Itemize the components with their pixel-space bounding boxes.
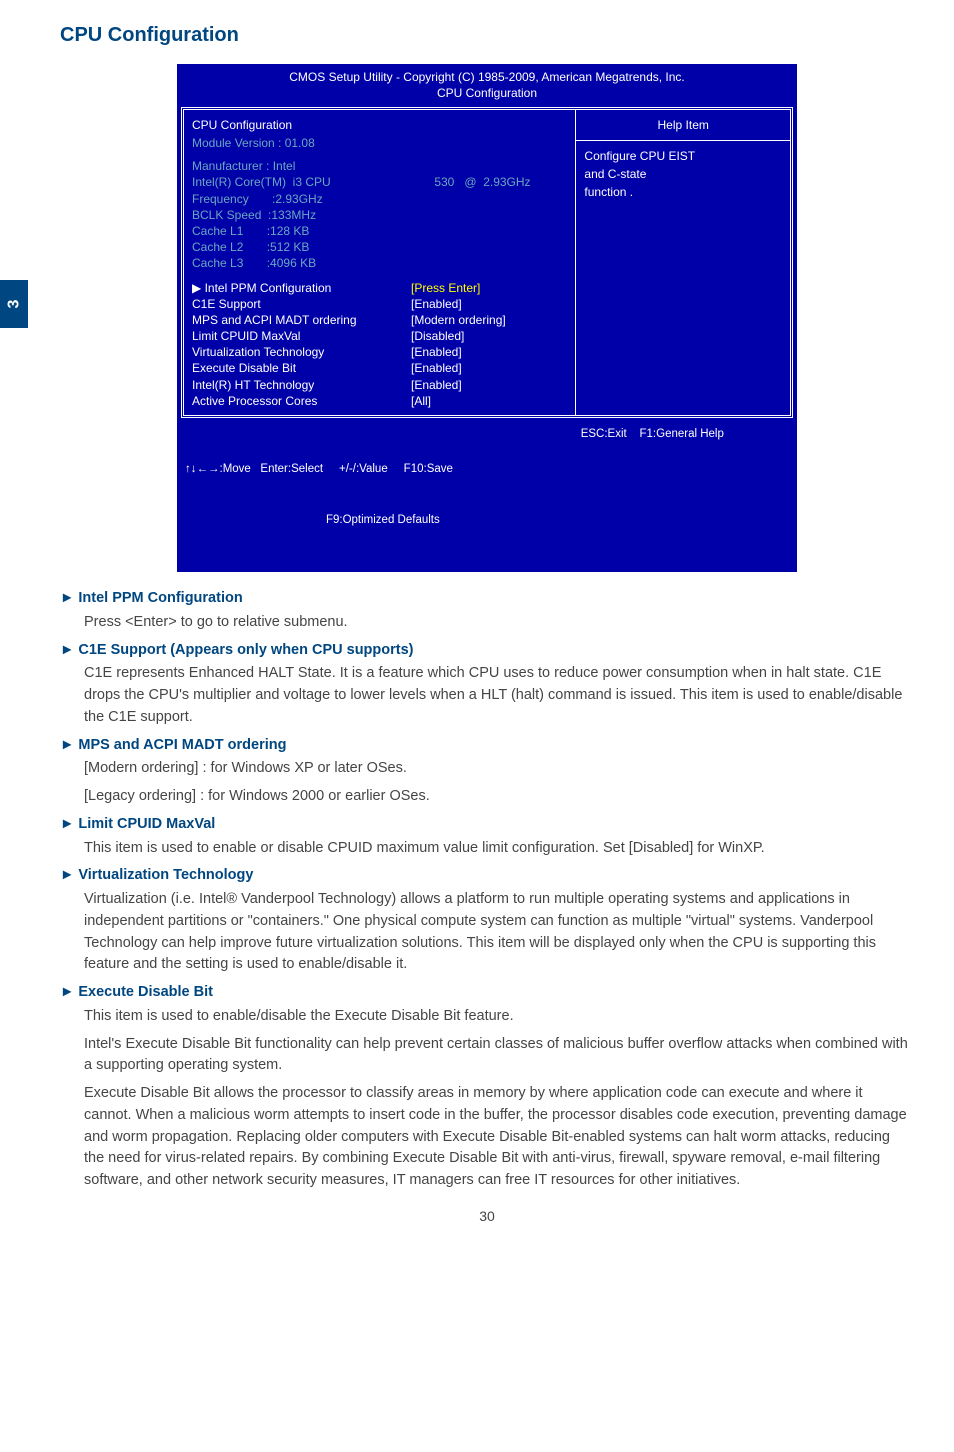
bios-nav-hint-right: ESC:Exit F1:General Help [581, 426, 789, 564]
arrow-icon: ► [60, 737, 74, 753]
bios-cpu-speed: 530 @ 2.93GHz [411, 174, 567, 190]
section-body-c1e: C1E represents Enhanced HALT State. It i… [60, 663, 914, 728]
section-body-exec-3: Execute Disable Bit allows the processor… [60, 1083, 914, 1192]
section-body-cpuid: This item is used to enable or disable C… [60, 838, 914, 860]
bios-exec-value[interactable]: [Enabled] [411, 360, 567, 376]
bios-ht-value[interactable]: [Enabled] [411, 377, 567, 393]
bios-section-title: CPU Configuration [192, 116, 567, 134]
bios-frequency: Frequency :2.93GHz [192, 191, 411, 207]
arrow-icon: ► [60, 642, 74, 658]
bios-left-pane: CPU Configuration Module Version : 01.08… [184, 110, 576, 415]
bios-virt-value[interactable]: [Enabled] [411, 344, 567, 360]
bios-cpu-model: Intel(R) Core(TM) i3 CPU [192, 174, 411, 190]
bios-nav-hint: ↑↓←→:Move Enter:Select +/-/:Value F10:Sa… [185, 461, 581, 478]
bios-manufacturer: Manufacturer : Intel [192, 158, 411, 174]
bios-exec[interactable]: Execute Disable Bit [192, 360, 411, 376]
bios-cpuid-value[interactable]: [Disabled] [411, 328, 567, 344]
bios-header: CMOS Setup Utility - Copyright (C) 1985-… [177, 64, 797, 103]
bios-mps[interactable]: MPS and ACPI MADT ordering [192, 312, 411, 328]
bios-c1e[interactable]: C1E Support [192, 296, 411, 312]
section-head-cpuid: ►Limit CPUID MaxVal [60, 814, 914, 836]
bios-ppm-value[interactable]: [Press Enter] [411, 280, 567, 296]
section-body-mps-1: [Modern ordering] : for Windows XP or la… [60, 758, 914, 780]
bios-footer: ↑↓←→:Move Enter:Select +/-/:Value F10:Sa… [177, 422, 797, 572]
section-body-mps-2: [Legacy ordering] : for Windows 2000 or … [60, 786, 914, 808]
bios-nav-hint-2: F9:Optimized Defaults [185, 512, 581, 529]
bios-help-pane: Help Item Configure CPU EIST and C-state… [576, 110, 790, 415]
chapter-tab: 3 [0, 280, 28, 328]
bios-help-title: Help Item [584, 116, 782, 134]
bios-help-line: function . [584, 183, 782, 201]
bios-help-line: and C-state [584, 165, 782, 183]
bios-screen-name: CPU Configuration [181, 86, 793, 102]
section-head-ppm: ►Intel PPM Configuration [60, 588, 914, 610]
section-head-c1e: ►C1E Support (Appears only when CPU supp… [60, 640, 914, 662]
bios-cache-l2: Cache L2 :512 KB [192, 239, 411, 255]
bios-cache-l1: Cache L1 :128 KB [192, 223, 411, 239]
arrow-icon: ► [60, 816, 74, 832]
bios-mps-value[interactable]: [Modern ordering] [411, 312, 567, 328]
section-head-exec: ►Execute Disable Bit [60, 982, 914, 1004]
bios-cache-l3: Cache L3 :4096 KB [192, 255, 411, 271]
bios-ppm-config[interactable]: ▶ Intel PPM Configuration [192, 280, 411, 296]
arrow-icon: ► [60, 590, 74, 606]
page-number: 30 [60, 1206, 914, 1227]
bios-bclk: BCLK Speed :133MHz [192, 207, 411, 223]
bios-cores-value[interactable]: [All] [411, 393, 567, 409]
section-body-ppm: Press <Enter> to go to relative submenu. [60, 612, 914, 634]
arrow-icon: ► [60, 984, 74, 1000]
bios-cpuid[interactable]: Limit CPUID MaxVal [192, 328, 411, 344]
bios-screenshot: CMOS Setup Utility - Copyright (C) 1985-… [177, 64, 797, 572]
section-body-exec-2: Intel's Execute Disable Bit functionalit… [60, 1034, 914, 1078]
section-head-mps: ►MPS and ACPI MADT ordering [60, 735, 914, 757]
section-body-virt: Virtualization (i.e. Intel® Vanderpool T… [60, 889, 914, 976]
bios-c1e-value[interactable]: [Enabled] [411, 296, 567, 312]
bios-copyright: CMOS Setup Utility - Copyright (C) 1985-… [181, 70, 793, 86]
page-title: CPU Configuration [60, 20, 914, 50]
bios-virt[interactable]: Virtualization Technology [192, 344, 411, 360]
bios-module-version: Module Version : 01.08 [192, 134, 567, 152]
bios-help-line: Configure CPU EIST [584, 147, 782, 165]
section-head-virt: ►Virtualization Technology [60, 865, 914, 887]
arrow-icon: ► [60, 867, 74, 883]
bios-cores[interactable]: Active Processor Cores [192, 393, 411, 409]
bios-ht[interactable]: Intel(R) HT Technology [192, 377, 411, 393]
section-body-exec-1: This item is used to enable/disable the … [60, 1006, 914, 1028]
